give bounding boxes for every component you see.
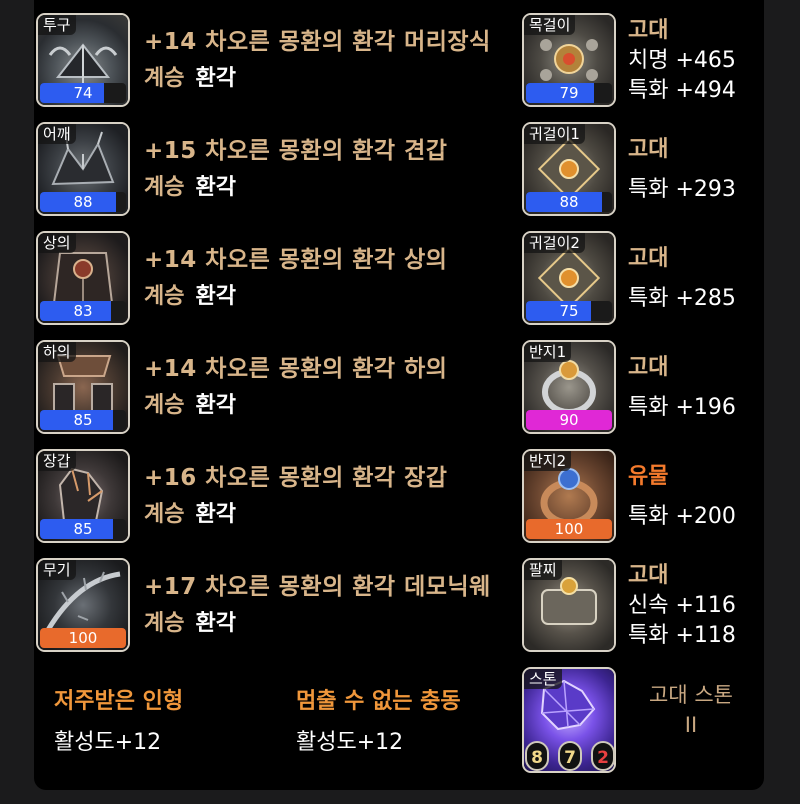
quality-bar: 74 xyxy=(40,83,126,103)
quality-bar: 90 xyxy=(526,410,612,430)
stone-engraving-2-count: 7 xyxy=(558,741,582,771)
equipment-slot-helmet[interactable]: 투구 74 xyxy=(36,13,130,107)
accessory-slot-earring-2[interactable]: 귀걸이2 75 xyxy=(522,231,616,325)
equipment-tier: 계승 환각 xyxy=(144,387,236,419)
equipment-slot-shoulder[interactable]: 어깨 88 xyxy=(36,122,130,216)
tier-label: 계승 xyxy=(144,66,185,91)
accessory-slot-ring-1[interactable]: 반지1 90 xyxy=(522,340,616,434)
quality-value: 85 xyxy=(73,411,93,429)
quality-value: 88 xyxy=(73,193,93,211)
slot-label: 목걸이 xyxy=(524,15,576,35)
tier-value: 환각 xyxy=(195,175,236,200)
quality-value: 100 xyxy=(68,629,98,647)
accessory-slot-bracelet[interactable]: 팔찌 xyxy=(522,558,616,652)
equipment-name: +14 차오른 몽환의 환각 하의 xyxy=(144,356,448,382)
accessory-stat: 특화 +196 xyxy=(628,395,736,420)
accessory-grade: 고대 xyxy=(628,137,669,162)
accessory-stat: 특화 +200 xyxy=(628,504,736,529)
quality-value: 88 xyxy=(559,193,579,211)
stone-engraving-1-count: 8 xyxy=(525,741,549,771)
quality-value: 74 xyxy=(73,84,93,102)
tier-value: 환각 xyxy=(195,66,236,91)
quality-bar: 83 xyxy=(40,301,126,321)
quality-bar: 85 xyxy=(40,519,126,539)
slot-label: 스톤 xyxy=(524,669,562,689)
tier-label: 계승 xyxy=(144,175,185,200)
equipment-tier: 계승 환각 xyxy=(144,278,236,310)
slot-label: 팔찌 xyxy=(524,560,562,580)
quality-bar: 85 xyxy=(40,410,126,430)
accessory-slot-ring-2[interactable]: 반지2 100 xyxy=(522,449,616,543)
quality-bar: 88 xyxy=(40,192,126,212)
slot-label: 상의 xyxy=(38,233,76,253)
accessory-stat: 특화 +285 xyxy=(628,286,736,311)
slot-label: 투구 xyxy=(38,15,76,35)
tier-label: 계승 xyxy=(144,284,185,309)
quality-value: 79 xyxy=(559,84,579,102)
quality-value: 90 xyxy=(559,411,579,429)
tier-label: 계승 xyxy=(144,393,185,418)
engraving-value: 활성도+12 xyxy=(54,730,162,755)
equipment-name: +15 차오른 몽환의 환각 견갑 xyxy=(144,138,448,164)
accessory-stat: 특화 +293 xyxy=(628,177,736,202)
slot-label: 반지2 xyxy=(524,451,572,471)
accessory-grade: 고대 xyxy=(628,246,669,271)
equipment-tier: 계승 환각 xyxy=(144,60,236,92)
slot-label: 무기 xyxy=(38,560,76,580)
accessory-stat: 특화 +494 xyxy=(628,78,736,103)
tier-value: 환각 xyxy=(195,502,236,527)
slot-label: 귀걸이2 xyxy=(524,233,585,253)
stone-grade-label: 고대 스톤 xyxy=(649,683,733,707)
quality-value: 85 xyxy=(73,520,93,538)
slot-label: 장갑 xyxy=(38,451,76,471)
equipment-tier: 계승 환각 xyxy=(144,496,236,528)
quality-value: 100 xyxy=(554,520,584,538)
tier-label: 계승 xyxy=(144,502,185,527)
equipment-slot-gloves[interactable]: 장갑 85 xyxy=(36,449,130,543)
quality-bar: 75 xyxy=(526,301,612,321)
quality-value: 75 xyxy=(559,302,579,320)
stone-tier-label: II xyxy=(684,713,698,737)
equipment-name: +16 차오른 몽환의 환각 장갑 xyxy=(144,465,448,491)
accessory-grade: 고대 xyxy=(628,18,669,43)
slot-label: 반지1 xyxy=(524,342,572,362)
engraving-value: 활성도+12 xyxy=(296,730,404,755)
slot-label: 하의 xyxy=(38,342,76,362)
accessory-stat: 치명 +465 xyxy=(628,48,736,73)
accessory-stat: 특화 +118 xyxy=(628,623,736,648)
equipment-slot-weapon[interactable]: 무기 100 xyxy=(36,558,130,652)
equipment-name: +14 차오른 몽환의 환각 상의 xyxy=(144,247,448,273)
accessory-stat: 신속 +116 xyxy=(628,593,736,618)
quality-bar: 79 xyxy=(526,83,612,103)
slot-label: 귀걸이1 xyxy=(524,124,585,144)
slot-label: 어깨 xyxy=(38,124,76,144)
ability-stone-caption: 고대 스톤 II xyxy=(630,680,752,740)
accessory-slot-necklace[interactable]: 목걸이 79 xyxy=(522,13,616,107)
tier-value: 환각 xyxy=(195,284,236,309)
equipment-name: +17 차오른 몽환의 환각 데모닉웨 xyxy=(144,574,491,600)
engraving-name: 멈출 수 없는 충동 xyxy=(296,689,461,714)
equipment-name: +14 차오른 몽환의 환각 머리장식 xyxy=(144,29,491,55)
equipment-tier: 계승 환각 xyxy=(144,169,236,201)
tier-value: 환각 xyxy=(195,611,236,636)
equipment-tier: 계승 환각 xyxy=(144,605,236,637)
tier-label: 계승 xyxy=(144,611,185,636)
tier-value: 환각 xyxy=(195,393,236,418)
accessory-grade: 고대 xyxy=(628,563,669,588)
accessory-slot-earring-1[interactable]: 귀걸이1 88 xyxy=(522,122,616,216)
quality-value: 83 xyxy=(73,302,93,320)
quality-bar: 88 xyxy=(526,192,612,212)
quality-bar: 100 xyxy=(40,628,126,648)
quality-bar: 100 xyxy=(526,519,612,539)
stone-penalty-count: 2 xyxy=(591,741,615,771)
accessory-grade: 고대 xyxy=(628,355,669,380)
equipment-slot-chest[interactable]: 상의 83 xyxy=(36,231,130,325)
engraving-name: 저주받은 인형 xyxy=(54,689,184,714)
accessory-grade: 유물 xyxy=(628,464,669,489)
equipment-slot-pants[interactable]: 하의 85 xyxy=(36,340,130,434)
